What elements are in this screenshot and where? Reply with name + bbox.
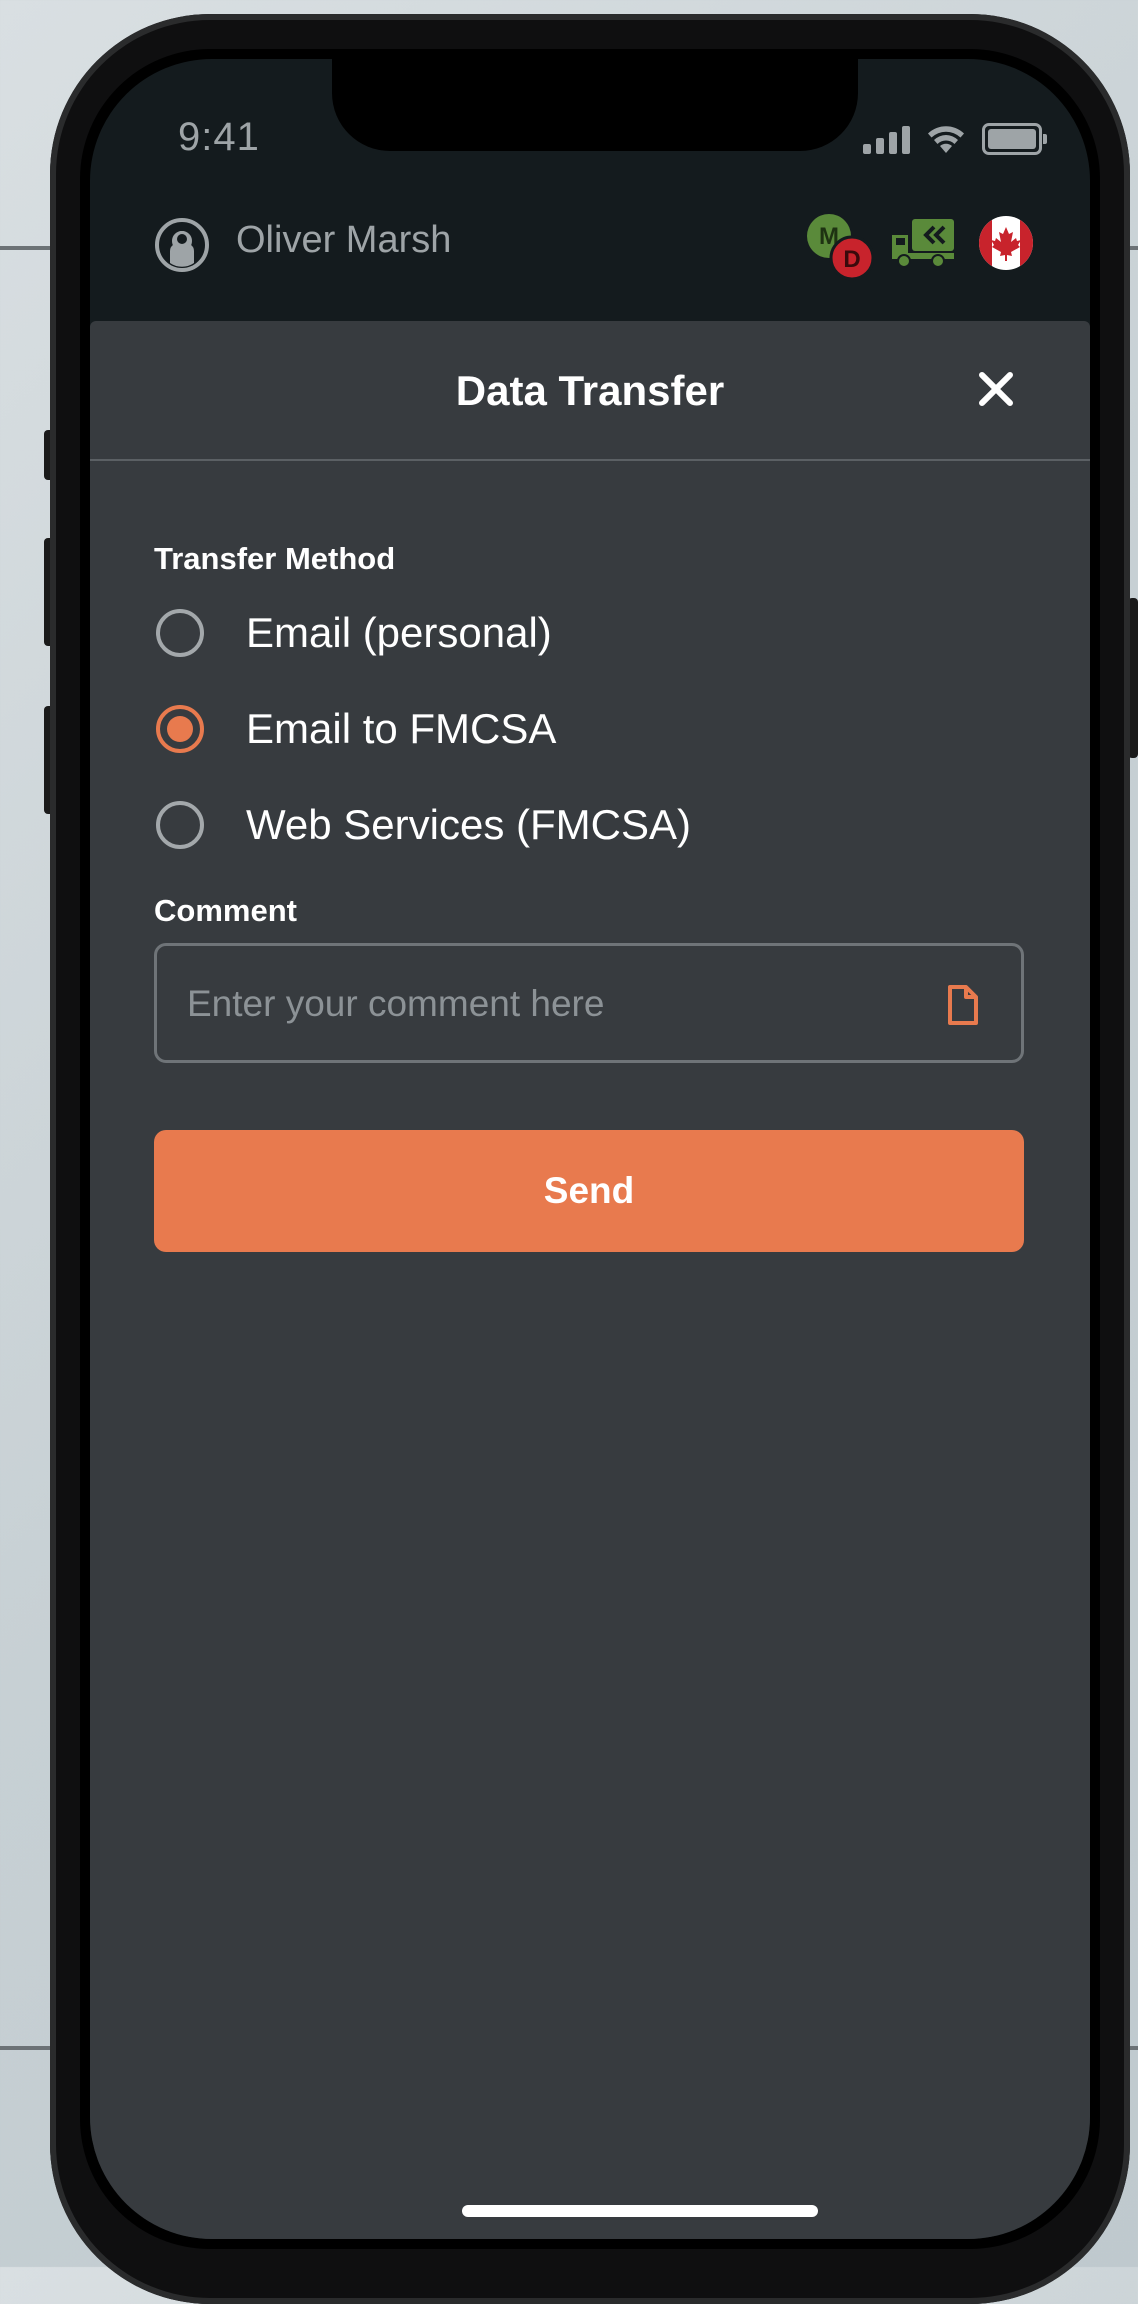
status-icons xyxy=(863,119,1047,159)
close-icon[interactable] xyxy=(976,369,1016,409)
canada-flag-icon[interactable] xyxy=(978,215,1034,271)
comment-input[interactable] xyxy=(185,946,929,1062)
send-button[interactable]: Send xyxy=(154,1130,1024,1252)
badge-letter-bottom: D xyxy=(843,246,860,273)
sheet-title: Data Transfer xyxy=(455,367,725,414)
data-transfer-sheet: Data Transfer Transfer Method Email (per… xyxy=(90,321,1090,2239)
radio-option-email-personal[interactable]: Email (personal) xyxy=(154,598,552,668)
radio-label: Email to FMCSA xyxy=(246,705,557,752)
user-circle-icon[interactable] xyxy=(154,217,210,273)
send-button-label: Send xyxy=(543,1170,635,1211)
top-bar: Oliver Marsh M D xyxy=(90,189,1090,281)
phone-frame: 9:41 Oliver Marsh M D Data Transfer Tran… xyxy=(50,14,1130,2304)
radio-label: Web Services (FMCSA) xyxy=(246,801,691,848)
phone-bezel: 9:41 Oliver Marsh M D Data Transfer Tran… xyxy=(80,49,1100,2249)
comment-label: Comment xyxy=(154,893,297,928)
radio-button-selected[interactable] xyxy=(156,705,204,753)
cellular-signal-icon xyxy=(863,124,910,154)
comment-field[interactable] xyxy=(154,943,1024,1063)
radio-option-web-services[interactable]: Web Services (FMCSA) xyxy=(154,790,691,860)
radio-button[interactable] xyxy=(156,609,204,657)
screen: 9:41 Oliver Marsh M D Data Transfer Tran… xyxy=(90,59,1090,2239)
frame-edge-left-top xyxy=(0,246,50,250)
user-name[interactable]: Oliver Marsh xyxy=(236,219,451,262)
radio-button[interactable] xyxy=(156,801,204,849)
sheet-header: Data Transfer xyxy=(90,321,1090,461)
md-status-badge-icon[interactable]: M D xyxy=(804,211,874,281)
radio-label: Email (personal) xyxy=(246,609,552,656)
home-indicator xyxy=(462,2205,818,2217)
notch xyxy=(332,59,858,151)
document-icon[interactable] xyxy=(947,984,979,1026)
battery-icon xyxy=(982,123,1047,155)
wifi-icon xyxy=(928,126,964,153)
truck-icon[interactable] xyxy=(890,217,956,269)
frame-edge-left-bottom xyxy=(0,2046,50,2050)
status-time: 9:41 xyxy=(178,115,260,159)
transfer-method-label: Transfer Method xyxy=(154,541,396,576)
radio-option-email-fmcsa[interactable]: Email to FMCSA xyxy=(154,694,556,764)
